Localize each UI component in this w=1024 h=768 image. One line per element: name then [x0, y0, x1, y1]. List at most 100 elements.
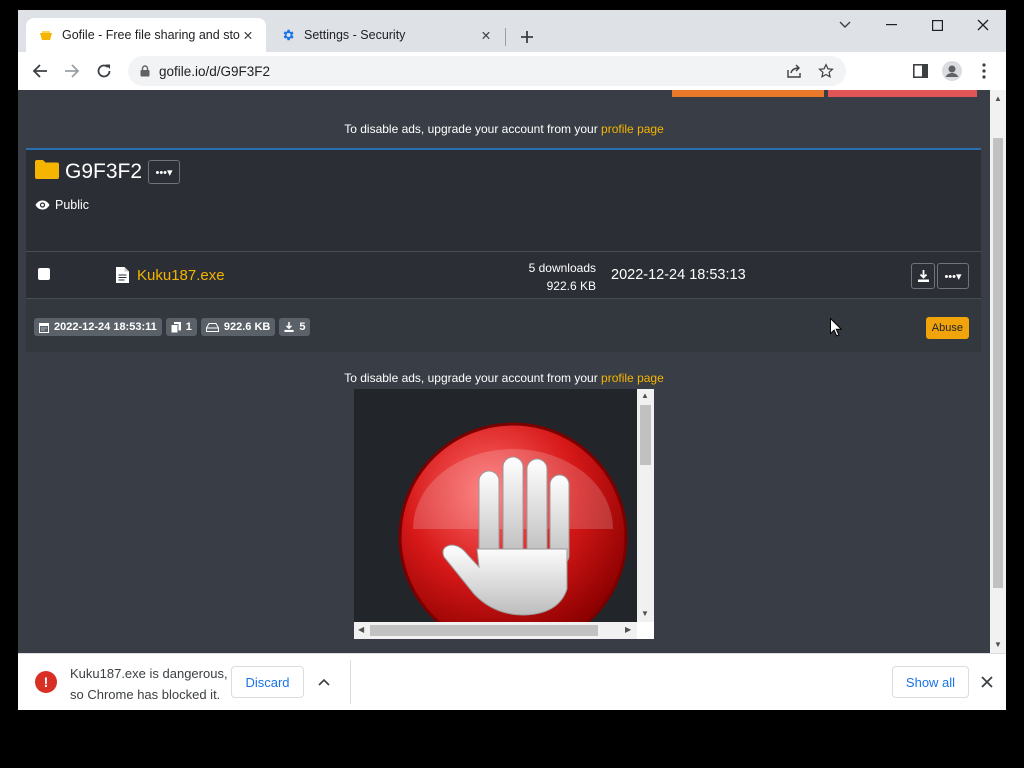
scroll-down-arrow-icon[interactable]: ▼	[994, 640, 1002, 649]
download-icon	[284, 322, 294, 332]
file-select-checkbox[interactable]	[38, 268, 50, 280]
tab-title: Gofile - Free file sharing and stor	[62, 28, 240, 42]
page-content: To disable ads, upgrade your account fro…	[18, 90, 990, 653]
reload-button[interactable]	[92, 59, 116, 83]
gear-icon	[280, 27, 296, 43]
more-dots-icon: •••▾	[155, 166, 173, 179]
tab-separator	[505, 28, 506, 46]
calendar-icon	[39, 322, 49, 333]
url-text: gofile.io/d/G9F3F2	[159, 63, 271, 79]
folder-name: G9F3F2	[65, 160, 143, 183]
share-icon	[787, 64, 801, 78]
file-stats: 5 downloads 922.6 KB	[529, 259, 596, 295]
download-icon	[917, 270, 929, 282]
close-download-bar-icon[interactable]	[981, 675, 993, 693]
total-size-badge: 922.6 KB	[200, 318, 276, 336]
side-panel-button[interactable]	[908, 59, 932, 83]
scroll-right-arrow-icon[interactable]: ▶	[625, 625, 631, 634]
ad-content	[354, 389, 637, 622]
scroll-left-arrow-icon[interactable]: ◀	[358, 625, 364, 634]
ad-hscroll-thumb[interactable]	[370, 625, 598, 636]
discard-button[interactable]: Discard	[231, 666, 304, 698]
mouse-cursor-icon	[830, 317, 843, 342]
side-panel-icon	[912, 64, 928, 78]
reload-icon	[97, 64, 111, 78]
page-scroll-thumb[interactable]	[993, 138, 1003, 588]
ad-horizontal-scrollbar[interactable]: ◀ ▶	[354, 622, 637, 639]
avatar-icon	[942, 61, 962, 81]
profile-page-link[interactable]: profile page	[601, 122, 664, 136]
bookmark-star-button[interactable]	[814, 59, 838, 83]
kebab-menu-icon	[982, 63, 986, 79]
arrow-left-icon	[32, 64, 47, 78]
tab-settings-security[interactable]: Settings - Security ✕	[268, 18, 504, 52]
download-count: 5 downloads	[528, 261, 596, 275]
tab-strip: Gofile - Free file sharing and stor ✕ Se…	[18, 10, 1006, 52]
address-bar[interactable]: gofile.io/d/G9F3F2	[128, 56, 846, 86]
file-count: 1	[185, 321, 192, 333]
gofile-favicon-icon	[38, 27, 54, 43]
eye-icon	[35, 200, 50, 210]
files-icon	[170, 321, 181, 333]
chevron-up-icon[interactable]	[318, 673, 330, 691]
minimize-button[interactable]	[868, 10, 914, 40]
browser-toolbar: gofile.io/d/G9F3F2	[18, 52, 1006, 91]
new-tab-button[interactable]	[515, 26, 539, 48]
file-size: 922.6 KB	[546, 279, 596, 293]
tab-gofile[interactable]: Gofile - Free file sharing and stor ✕	[26, 18, 266, 52]
file-count-badge: 1	[165, 318, 197, 336]
close-icon	[977, 19, 989, 31]
abuse-button[interactable]: Abuse	[925, 317, 969, 339]
download-bar: ! Kuku187.exe is dangerous, so Chrome ha…	[18, 653, 1006, 710]
scroll-down-arrow-icon[interactable]: ▼	[641, 609, 649, 618]
total-size: 922.6 KB	[223, 321, 271, 333]
scroll-up-arrow-icon[interactable]: ▲	[641, 391, 649, 400]
page-scrollbar[interactable]: ▲ ▼	[990, 90, 1006, 653]
ad-notice-text: To disable ads, upgrade your account fro…	[344, 371, 598, 385]
forward-button[interactable]	[60, 59, 84, 83]
more-dots-icon: •••▾	[944, 270, 962, 283]
folder-header: G9F3F2 •••▾	[35, 160, 181, 184]
ad-vertical-scrollbar[interactable]: ▲ ▼	[637, 389, 654, 622]
ad-frame[interactable]: ▲ ▼ ◀ ▶	[354, 389, 654, 639]
close-window-button[interactable]	[960, 10, 1006, 40]
star-icon	[818, 63, 834, 78]
minimize-icon	[885, 24, 897, 26]
arrow-right-icon	[65, 64, 80, 78]
profile-page-link[interactable]: profile page	[601, 371, 664, 385]
maximize-button[interactable]	[914, 10, 960, 40]
share-button[interactable]	[782, 59, 806, 83]
ad-scroll-thumb[interactable]	[640, 405, 651, 465]
scroll-up-arrow-icon[interactable]: ▲	[994, 94, 1002, 103]
file-icon	[116, 267, 129, 283]
folder-stats-badges: 2022-12-24 18:53:11 1 922.6 KB 5	[34, 318, 314, 336]
danger-icon: !	[35, 671, 57, 693]
file-download-button[interactable]	[911, 263, 935, 289]
file-row[interactable]: Kuku187.exe 5 downloads 922.6 KB 2022-12…	[26, 251, 981, 299]
total-downloads-badge: 5	[279, 318, 311, 336]
file-date: 2022-12-24 18:53:13	[611, 267, 746, 283]
close-tab-icon[interactable]: ✕	[478, 27, 494, 43]
tab-search-button[interactable]	[822, 10, 868, 40]
hard-drive-icon	[205, 322, 219, 332]
top-button-red[interactable]	[828, 90, 977, 97]
created-date-badge: 2022-12-24 18:53:11	[34, 318, 162, 336]
download-warning: Kuku187.exe is dangerous, so Chrome has …	[70, 663, 228, 705]
lock-icon[interactable]	[140, 65, 150, 77]
back-button[interactable]	[28, 59, 52, 83]
chevron-down-icon	[839, 21, 851, 28]
visibility-label: Public	[55, 198, 90, 212]
close-tab-icon[interactable]: ✕	[240, 27, 256, 43]
show-all-button[interactable]: Show all	[892, 666, 969, 698]
profile-button[interactable]	[940, 59, 964, 83]
download-warning-line1: Kuku187.exe is dangerous,	[70, 666, 228, 681]
top-button-orange[interactable]	[672, 90, 824, 97]
stop-hand-icon	[398, 422, 628, 622]
tab-title: Settings - Security	[304, 28, 406, 42]
browser-menu-button[interactable]	[972, 59, 996, 83]
file-options-button[interactable]: •••▾	[937, 263, 969, 289]
folder-options-button[interactable]: •••▾	[148, 160, 181, 184]
ad-notice-2: To disable ads, upgrade your account fro…	[18, 371, 990, 385]
ad-notice-text: To disable ads, upgrade your account fro…	[344, 122, 598, 136]
file-name-link[interactable]: Kuku187.exe	[137, 267, 225, 284]
